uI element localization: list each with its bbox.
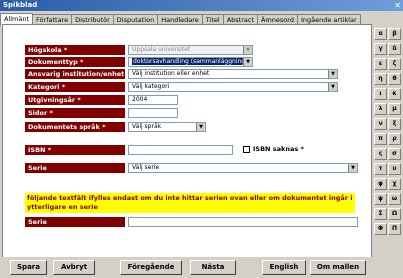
- bottom-button-bar: Spara Avbryt Föregående Nästa English Om…: [0, 257, 403, 278]
- foregaende-button[interactable]: Föregående: [120, 260, 182, 275]
- isbn-missing-label: ISBN saknas *: [253, 145, 304, 153]
- greek-chi-button[interactable]: χ: [388, 178, 401, 190]
- greek-theta-button[interactable]: θ: [388, 73, 401, 85]
- isbn-missing-checkbox[interactable]: [243, 146, 250, 153]
- greek-alpha-button[interactable]: α: [374, 28, 387, 40]
- greek-tau-button[interactable]: τ: [374, 163, 387, 175]
- serie2-input[interactable]: [128, 217, 358, 227]
- greek-capital-sigma-button[interactable]: Σ: [374, 208, 387, 220]
- greek-psi-button[interactable]: ψ: [374, 193, 387, 205]
- close-icon[interactable]: ✕: [394, 0, 401, 11]
- greek-nu-button[interactable]: ν: [374, 118, 387, 130]
- sprak-select[interactable]: Välj språk ▼: [128, 122, 206, 132]
- greek-upsilon-button[interactable]: υ: [388, 163, 401, 175]
- chevron-down-icon[interactable]: ▼: [328, 70, 337, 78]
- kategori-label: Kategori *: [25, 82, 125, 92]
- sprak-label: Dokumentets språk *: [25, 122, 125, 132]
- greek-delta-button[interactable]: δ: [388, 43, 401, 55]
- chevron-down-icon[interactable]: ▼: [328, 83, 337, 91]
- greek-xi-button[interactable]: ξ: [388, 118, 401, 130]
- greek-gamma-button[interactable]: γ: [374, 43, 387, 55]
- greek-eta-button[interactable]: η: [374, 73, 387, 85]
- kategori-select[interactable]: Välj kategori ▼: [128, 82, 338, 92]
- avbryt-button[interactable]: Avbryt: [53, 260, 95, 275]
- greek-letter-panel: α β γ δ ε ζ η θ ι κ λ μ ν ξ π ρ ς σ τ υ …: [374, 28, 402, 246]
- om-mallen-button[interactable]: Om mallen: [310, 260, 366, 275]
- greek-capital-pi-button[interactable]: Π: [388, 223, 401, 235]
- ansvarig-label: Ansvarig institution/enhet *: [25, 69, 125, 88]
- ansvarig-select[interactable]: Välj institution eller enhet ▼: [128, 69, 338, 79]
- spara-button[interactable]: Spara: [10, 260, 47, 275]
- serie-info-text: följande textfält ifylles endast om du i…: [25, 193, 355, 213]
- window-title: Spikblad: [3, 1, 38, 9]
- greek-kappa-button[interactable]: κ: [388, 88, 401, 100]
- greek-zeta-button[interactable]: ζ: [388, 58, 401, 70]
- serie-label: Serie: [25, 163, 125, 173]
- greek-pi-button[interactable]: π: [374, 133, 387, 145]
- greek-mu-button[interactable]: μ: [388, 103, 401, 115]
- greek-lambda-button[interactable]: λ: [374, 103, 387, 115]
- english-button[interactable]: English: [262, 260, 306, 275]
- serie-select[interactable]: Välj serie ▼: [128, 163, 358, 173]
- greek-phi-button[interactable]: φ: [374, 178, 387, 190]
- greek-final-sigma-button[interactable]: ς: [374, 148, 387, 160]
- dokumenttyp-label: Dokumenttyp *: [25, 57, 125, 67]
- sidor-label: Sidor *: [25, 108, 125, 118]
- sidor-input[interactable]: [128, 108, 178, 118]
- greek-capital-omega-button[interactable]: Ω: [388, 208, 401, 220]
- chevron-down-icon: ▼: [243, 46, 252, 54]
- greek-capital-phi-button[interactable]: Φ: [374, 223, 387, 235]
- greek-iota-button[interactable]: ι: [374, 88, 387, 100]
- isbn-input[interactable]: [128, 145, 233, 155]
- serie2-label: Serie: [25, 217, 125, 227]
- hogskola-select: Uppsala universitet ▼: [128, 45, 253, 55]
- utgivningsar-label: Utgivningsår *: [25, 95, 125, 105]
- form-panel: Högskola * Uppsala universitet ▼ Dokument…: [2, 24, 372, 258]
- chevron-down-icon[interactable]: ▼: [243, 58, 252, 66]
- utgivningsar-input[interactable]: 2004: [128, 95, 178, 105]
- greek-rho-button[interactable]: ρ: [388, 133, 401, 145]
- chevron-down-icon[interactable]: ▼: [348, 164, 357, 172]
- isbn-label: ISBN *: [25, 145, 125, 155]
- nasta-button[interactable]: Nästa: [190, 260, 236, 275]
- title-bar: Spikblad ✕: [0, 0, 403, 11]
- greek-epsilon-button[interactable]: ε: [374, 58, 387, 70]
- greek-omega-button[interactable]: ω: [388, 193, 401, 205]
- dokumenttyp-select[interactable]: doktorsavhandling (sammanläggning) ▼: [128, 57, 253, 67]
- chevron-down-icon[interactable]: ▼: [196, 123, 205, 131]
- hogskola-label: Högskola *: [25, 45, 125, 55]
- greek-beta-button[interactable]: β: [388, 28, 401, 40]
- greek-sigma-button[interactable]: σ: [388, 148, 401, 160]
